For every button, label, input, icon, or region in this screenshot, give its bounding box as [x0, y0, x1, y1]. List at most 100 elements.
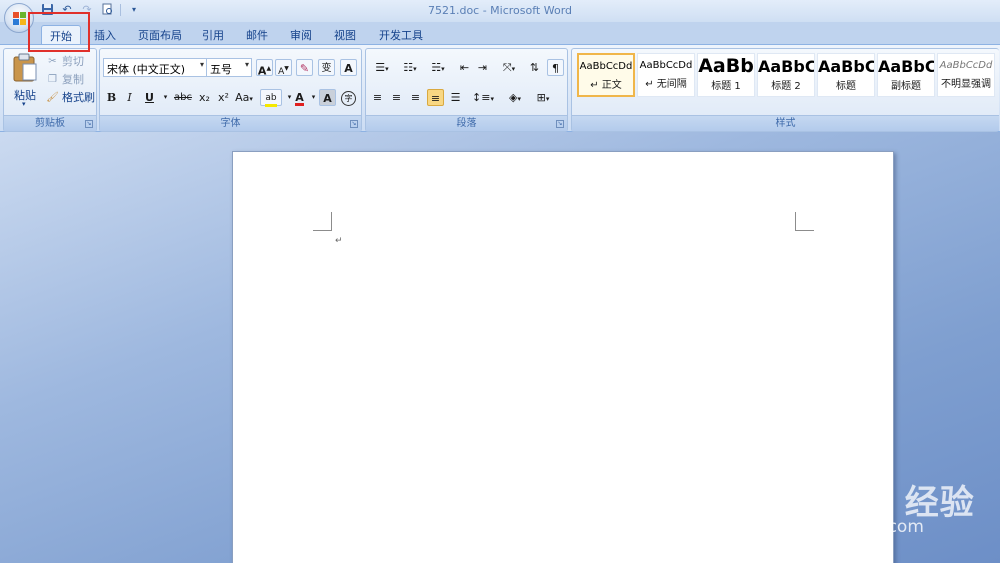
character-shading-button[interactable]: A — [319, 89, 336, 106]
scissors-icon: ✂ — [48, 55, 57, 67]
ribbon: 粘贴 ▾ ✂ 剪切 ❐ 复制 🖌 格式刷 剪贴板 ↘ 宋体 (中文正文) ▾ 五… — [0, 44, 1000, 132]
cut-button[interactable]: ✂ 剪切 — [46, 53, 84, 69]
format-painter-label: 格式刷 — [62, 91, 95, 104]
font-color-icon: A — [295, 91, 304, 106]
increase-indent-button[interactable]: ⇥ — [474, 59, 491, 76]
tab-developer[interactable]: 开发工具 — [371, 25, 431, 44]
align-center-button[interactable]: ≡ — [388, 89, 405, 106]
style-subtitle[interactable]: AaBbC 副标题 — [877, 53, 935, 97]
crop-mark-top-right — [795, 212, 814, 231]
bold-button[interactable]: B — [103, 89, 120, 106]
font-name-combo[interactable]: 宋体 (中文正文) ▾ — [103, 58, 207, 77]
style-name: ↵ 正文 — [590, 80, 622, 91]
style-no-spacing[interactable]: AaBbCcDd ↵ 无间隔 — [637, 53, 695, 97]
increase-indent-icon: ⇥ — [477, 61, 488, 74]
align-left-button[interactable]: ≡ — [369, 89, 386, 106]
paragraph-launcher-icon[interactable]: ↘ — [556, 120, 564, 128]
chinese-layout-button[interactable]: ⤧▾ — [496, 59, 522, 76]
tab-insert[interactable]: 插入 — [86, 25, 124, 44]
shrink-font-button[interactable]: A▼ — [275, 59, 292, 77]
phonetic-guide-button[interactable]: 变 — [318, 59, 335, 76]
enclose-characters-icon: 字 — [341, 91, 356, 106]
cut-label: 剪切 — [62, 55, 84, 68]
grow-font-button[interactable]: A▲ — [256, 59, 273, 78]
style-name: 标题 — [836, 81, 856, 92]
justify-button[interactable]: ≡ — [427, 89, 444, 106]
copy-button[interactable]: ❐ 复制 — [46, 71, 84, 87]
copy-label: 复制 — [62, 73, 84, 86]
distributed-icon: ☰ — [450, 91, 461, 104]
borders-icon: ⊞ — [536, 91, 546, 104]
superscript-button[interactable]: x² — [215, 89, 232, 106]
font-launcher-icon[interactable]: ↘ — [350, 120, 358, 128]
character-border-button[interactable]: A — [340, 59, 357, 76]
align-left-icon: ≡ — [372, 91, 383, 104]
format-painter-button[interactable]: 🖌 格式刷 — [46, 89, 95, 105]
phonetic-guide-icon: 变 — [321, 63, 332, 74]
pilcrow-icon: ¶ — [552, 62, 559, 75]
paragraph-mark: ↵ — [335, 236, 343, 246]
tab-view[interactable]: 视图 — [326, 25, 364, 44]
brush-icon: 🖌 — [46, 91, 59, 103]
bullet-list-icon: ☰ — [375, 61, 386, 74]
tab-page-layout[interactable]: 页面布局 — [130, 25, 190, 44]
borders-button[interactable]: ⊞▾ — [530, 89, 556, 106]
style-sample: AaBbCcDd — [579, 61, 633, 72]
style-normal[interactable]: AaBbCcDd ↵ 正文 — [577, 53, 635, 97]
tab-review[interactable]: 审阅 — [282, 25, 320, 44]
numbering-button[interactable]: ☷▾ — [397, 59, 423, 76]
baidu-watermark: Bai du 经验 jingyan.baidu.com — [765, 455, 985, 555]
style-title[interactable]: AaBbC 标题 — [817, 53, 875, 97]
justify-icon: ≡ — [430, 92, 441, 105]
chevron-down-icon: ▾ — [199, 60, 204, 69]
font-size-combo[interactable]: 五号 ▾ — [206, 58, 252, 77]
style-heading-2[interactable]: AaBbC 标题 2 — [757, 53, 815, 97]
paste-button[interactable]: 粘贴 ▾ — [6, 51, 44, 111]
change-case-button[interactable]: Aa▾ — [233, 89, 255, 106]
title-bar: ↶ ↷ ▾ 7521.doc - Microsoft Word — [0, 0, 1000, 22]
font-name-value: 宋体 (中文正文) — [107, 63, 186, 76]
style-sample: AaBbCcDd — [939, 60, 993, 71]
multilevel-list-button[interactable]: ☵▾ — [425, 59, 451, 76]
paste-icon — [13, 53, 37, 82]
office-logo-icon — [13, 12, 27, 26]
style-name: 标题 1 — [711, 81, 741, 92]
show-marks-button[interactable]: ¶ — [547, 59, 564, 76]
style-subtle-emphasis[interactable]: AaBbCcDd 不明显强调 — [937, 53, 995, 97]
style-sample: AaBbC — [878, 57, 934, 76]
style-sample: AaBbCcDd — [639, 60, 693, 71]
change-case-icon: Aa — [235, 91, 250, 104]
style-sample: AaBbC — [758, 57, 814, 76]
tab-references[interactable]: 引用 — [194, 25, 232, 44]
strikethrough-button[interactable]: abc — [172, 89, 194, 106]
numbered-list-icon: ☷ — [403, 61, 414, 74]
line-spacing-button[interactable]: ↕≡▾ — [470, 89, 496, 106]
clipboard-launcher-icon[interactable]: ↘ — [85, 120, 93, 128]
line-spacing-icon: ↕≡ — [472, 91, 491, 104]
chevron-down-icon: ▾ — [244, 60, 249, 69]
shading-button[interactable]: ◈▾ — [502, 89, 528, 106]
ribbon-tabs: 开始 插入 页面布局 引用 邮件 审阅 视图 开发工具 — [0, 22, 1000, 44]
tab-mailings[interactable]: 邮件 — [238, 25, 276, 44]
styles-group-label: 样式 — [572, 115, 999, 131]
crop-mark-top-left — [313, 212, 332, 231]
eraser-icon: ✎ — [299, 62, 310, 75]
underline-button[interactable]: U — [141, 89, 158, 106]
multilevel-list-icon: ☵ — [431, 61, 442, 74]
clipboard-group-label: 剪贴板 — [4, 115, 96, 131]
style-heading-1[interactable]: AaBb 标题 1 — [697, 53, 755, 97]
bullets-button[interactable]: ☰▾ — [369, 59, 395, 76]
paragraph-group-label: 段落 — [366, 115, 567, 131]
decrease-indent-button[interactable]: ⇤ — [456, 59, 473, 76]
paste-dropdown-icon: ▾ — [22, 100, 26, 108]
distributed-button[interactable]: ☰ — [447, 89, 464, 106]
clear-format-button[interactable]: ✎ — [296, 59, 313, 76]
align-right-button[interactable]: ≡ — [407, 89, 424, 106]
italic-button[interactable]: I — [121, 89, 138, 106]
sort-button[interactable]: ⇅ — [526, 59, 543, 76]
enclose-characters-button[interactable]: 字 — [340, 89, 357, 106]
watermark-url: jingyan.baidu.com — [767, 517, 924, 537]
subscript-button[interactable]: x₂ — [196, 89, 213, 106]
highlighter-button[interactable]: ab — [260, 89, 282, 107]
chinese-layout-icon: ⤧ — [502, 61, 512, 74]
